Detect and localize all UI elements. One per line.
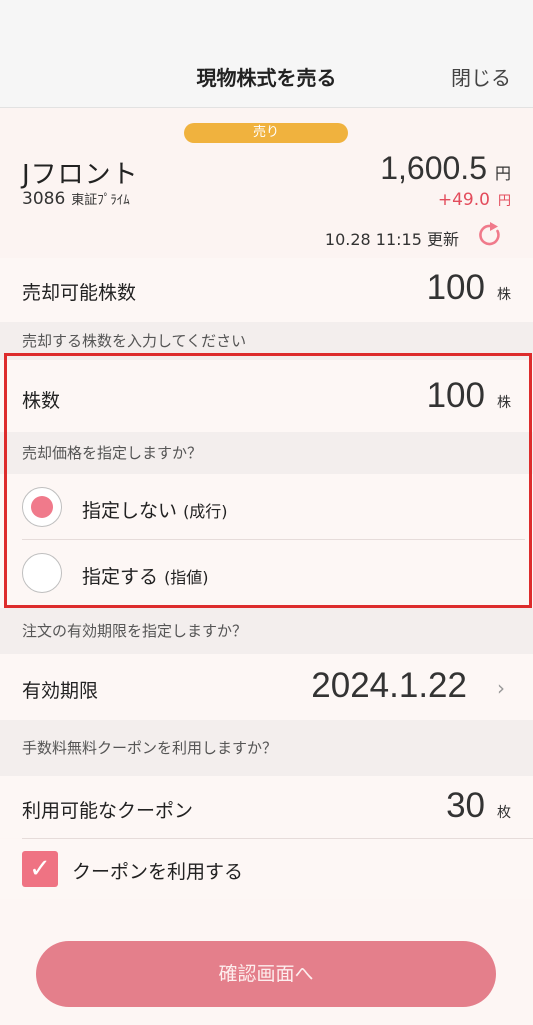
limit-order-label[interactable]: 指定する (指値) bbox=[82, 562, 209, 589]
sellable-shares-row: 売却可能株数 100 株 bbox=[0, 258, 533, 322]
update-time: 10.28 11:15 更新 bbox=[324, 230, 459, 249]
price-unit: 円 bbox=[494, 164, 511, 183]
divider bbox=[22, 539, 525, 540]
stock-price: 1,600.5 bbox=[380, 150, 487, 186]
chevron-right-icon: › bbox=[497, 676, 505, 700]
change-unit: 円 bbox=[497, 194, 511, 209]
expiry-value: 2024.1.22 bbox=[311, 666, 467, 706]
shares-unit: 株 bbox=[497, 395, 511, 411]
coupon-count-wrap: 30 枚 bbox=[446, 786, 511, 826]
expiry-row[interactable]: 有効期限 2024.1.22 bbox=[0, 654, 533, 720]
shares-input[interactable]: 100 bbox=[427, 376, 485, 415]
stock-name: Jフロント bbox=[22, 160, 139, 190]
shares-input-row[interactable]: 株数 100 株 bbox=[0, 360, 533, 432]
price-row: 1,600.5 円 bbox=[380, 150, 511, 187]
shares-label: 株数 bbox=[22, 390, 61, 412]
refresh-icon[interactable] bbox=[477, 222, 503, 248]
coupon-count: 30 bbox=[446, 786, 485, 825]
coupon-count-row: 利用可能なクーポン 30 枚 bbox=[0, 776, 533, 838]
price-change: +49.0 bbox=[437, 190, 490, 210]
radio-limit-order[interactable] bbox=[22, 553, 62, 593]
confirm-button[interactable]: 確認画面へ bbox=[36, 941, 496, 1007]
sellable-shares-value-wrap: 100 株 bbox=[427, 268, 511, 308]
close-button[interactable]: 閉じる bbox=[451, 62, 511, 91]
header-bar: 現物株式を売る 閉じる bbox=[0, 0, 533, 108]
price-change-row: +49.0 円 bbox=[438, 190, 511, 210]
section-expiry: 注文の有効期限を指定しますか？ bbox=[0, 608, 533, 654]
market-order-text: 指定しない bbox=[82, 500, 178, 522]
stock-market: 東証ﾌﾟﾗｲﾑ bbox=[71, 193, 130, 208]
coupon-count-label: 利用可能なクーポン bbox=[22, 800, 194, 822]
shares-value-wrap: 100 株 bbox=[427, 376, 511, 416]
stock-code: 3086 bbox=[22, 189, 66, 209]
market-order-sub: (成行) bbox=[183, 502, 228, 521]
market-order-label[interactable]: 指定しない (成行) bbox=[82, 496, 228, 523]
expiry-label: 有効期限 bbox=[22, 680, 99, 702]
radio-market-order[interactable] bbox=[22, 487, 62, 527]
stock-code-line: 3086 東証ﾌﾟﾗｲﾑ bbox=[22, 189, 130, 209]
sellable-shares-unit: 株 bbox=[497, 287, 511, 303]
price-type-options bbox=[0, 474, 533, 608]
sell-badge: 売り bbox=[184, 123, 348, 143]
sellable-shares-label: 売却可能株数 bbox=[22, 282, 137, 304]
coupon-unit: 枚 bbox=[497, 805, 511, 821]
limit-order-sub: (指値) bbox=[164, 568, 209, 587]
sellable-shares-value: 100 bbox=[426, 268, 485, 307]
section-coupon: 手数料無料クーポンを利用しますか？ bbox=[0, 720, 533, 776]
section-price-type: 売却価格を指定しますか？ bbox=[0, 432, 533, 474]
expiry-date: 2024.1.22 bbox=[311, 666, 467, 705]
limit-order-text: 指定する bbox=[82, 566, 159, 588]
section-enter-shares: 売却する株数を入力してください bbox=[0, 322, 533, 360]
use-coupon-label[interactable]: クーポンを利用する bbox=[72, 857, 243, 884]
use-coupon-checkbox[interactable]: ✓ bbox=[22, 851, 58, 887]
